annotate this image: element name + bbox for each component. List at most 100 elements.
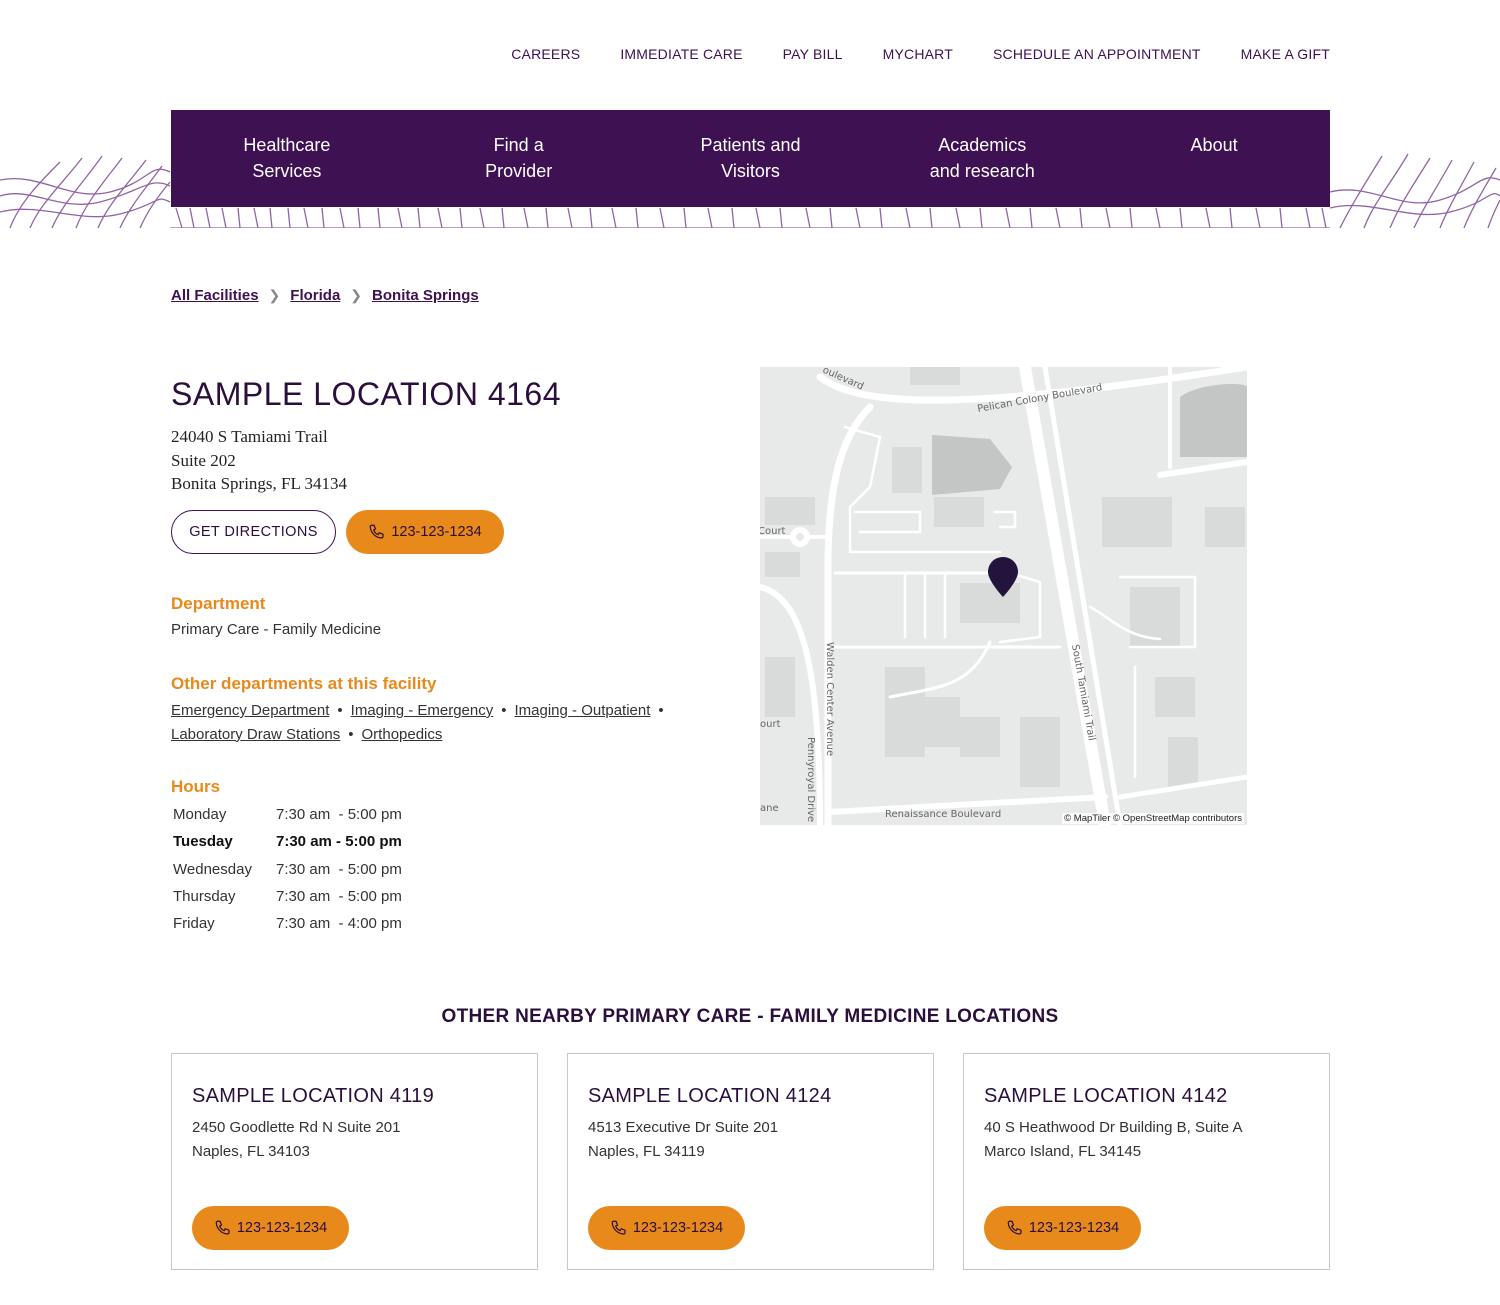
nav-about[interactable]: About: [1124, 132, 1304, 158]
map-label-pennyroyal: Pennyroyal Drive: [805, 737, 816, 822]
card-address-line: Naples, FL 34119: [588, 1142, 705, 1160]
nav-label-line1: Healthcare: [243, 135, 331, 155]
card-address-line: Naples, FL 34103: [192, 1142, 310, 1160]
phone-number: 123-123-1234: [1028, 1220, 1120, 1236]
phone-icon: [215, 1220, 230, 1235]
map-label-renaissance: Renaissance Boulevard: [885, 809, 1001, 820]
card-title[interactable]: SAMPLE LOCATION 4142: [984, 1085, 1228, 1108]
hours-row: Thursday 7:30 am - 5:00 pm: [171, 883, 404, 910]
map-label-walden: Walden Center Avenue: [824, 642, 835, 756]
utility-link-pay-bill[interactable]: PAY BILL: [783, 46, 843, 62]
card-address-line: 4513 Executive Dr Suite 201: [588, 1119, 779, 1136]
separator-dot: •: [348, 725, 354, 743]
map-attribution[interactable]: © MapTiler © OpenStreetMap contributors: [1062, 813, 1244, 824]
hours-day: Monday: [173, 806, 227, 824]
map-canvas: Pelican Colony Boulevard oulevard Walden…: [760, 367, 1247, 825]
department-link-emergency[interactable]: Emergency Department: [171, 702, 329, 719]
card-title[interactable]: SAMPLE LOCATION 4124: [588, 1085, 832, 1108]
utility-link-schedule-appointment[interactable]: SCHEDULE AN APPOINTMENT: [993, 46, 1201, 62]
separator-dot: •: [658, 702, 664, 719]
hours-time: 7:30 am - 5:00 pm: [276, 888, 402, 906]
other-departments-heading: Other departments at this facility: [171, 674, 437, 693]
phone-number: 123-123-1234: [632, 1220, 724, 1236]
nav-label-line2: and research: [929, 161, 1035, 181]
hours-time: 7:30 am - 5:00 pm: [276, 860, 402, 878]
get-directions-button[interactable]: GET DIRECTIONS: [171, 510, 336, 554]
nearby-location-card: SAMPLE LOCATION 4119 2450 Goodlette Rd N…: [171, 1053, 538, 1270]
nearby-location-card: SAMPLE LOCATION 4142 40 S Heathwood Dr B…: [963, 1053, 1330, 1270]
card-address: 2450 Goodlette Rd N Suite 201 Naples, FL…: [192, 1116, 400, 1163]
utility-nav: CAREERS IMMEDIATE CARE PAY BILL MYCHART …: [511, 46, 1330, 62]
department-link-imaging-outpatient[interactable]: Imaging - Outpatient: [515, 702, 651, 719]
nearby-location-card: SAMPLE LOCATION 4124 4513 Executive Dr S…: [567, 1053, 934, 1270]
card-address-line: 2450 Goodlette Rd N Suite 201: [192, 1119, 401, 1136]
location-map[interactable]: Pelican Colony Boulevard oulevard Walden…: [760, 367, 1247, 825]
hours-day: Tuesday: [173, 833, 233, 851]
department-heading: Department: [171, 594, 266, 613]
utility-link-make-a-gift[interactable]: MAKE A GIFT: [1241, 46, 1330, 62]
hours-day: Friday: [173, 915, 215, 933]
location-title: SAMPLE LOCATION 4164: [171, 376, 561, 412]
breadcrumb-bonita-springs[interactable]: Bonita Springs: [372, 287, 479, 304]
separator-dot: •: [337, 702, 343, 719]
utility-link-mychart[interactable]: MYCHART: [883, 46, 953, 62]
nav-patients-and-visitors[interactable]: Patients and Visitors: [660, 132, 840, 184]
card-address-line: 40 S Heathwood Dr Building B, Suite A: [984, 1119, 1243, 1136]
hours-day: Wednesday: [173, 860, 252, 878]
other-departments-list: Emergency Department • Imaging - Emergency…: [171, 699, 731, 746]
hours-row: Wednesday 7:30 am - 5:00 pm: [171, 856, 404, 883]
utility-link-immediate-care[interactable]: IMMEDIATE CARE: [620, 46, 742, 62]
department-link-imaging-emergency[interactable]: Imaging - Emergency: [351, 702, 494, 719]
department-link-laboratory[interactable]: Laboratory Draw Stations: [171, 726, 340, 743]
nav-label-line1: Academics: [938, 135, 1027, 155]
chevron-right-icon: ❯: [350, 287, 363, 303]
nav-label-line2: Provider: [485, 161, 553, 181]
map-label-lane: ane: [760, 803, 779, 814]
nearby-locations-heading: OTHER NEARBY PRIMARY CARE - FAMILY MEDIC…: [441, 1006, 1059, 1027]
location-address: 24040 S Tamiami Trail Suite 202 Bonita S…: [171, 425, 347, 496]
phone-number: 123-123-1234: [391, 524, 482, 540]
nav-label-line1: Patients and: [700, 135, 801, 155]
card-call-button[interactable]: 123-123-1234: [588, 1206, 745, 1250]
breadcrumb-florida[interactable]: Florida: [290, 287, 340, 304]
department-link-orthopedics[interactable]: Orthopedics: [362, 726, 443, 743]
card-address-line: Marco Island, FL 34145: [984, 1142, 1142, 1160]
hours-table: Monday 7:30 am - 5:00 pm Tuesday 7:30 am -…: [171, 801, 404, 937]
hours-row-today: Tuesday 7:30 am - 5:00 pm: [171, 828, 404, 855]
breadcrumb-all-facilities[interactable]: All Facilities: [171, 287, 259, 304]
map-label-court: Court: [760, 526, 786, 537]
address-line: 24040 S Tamiami Trail: [171, 427, 328, 446]
hours-day: Thursday: [173, 888, 236, 906]
nav-label-line1: About: [1190, 135, 1238, 155]
nav-label-line2: Services: [252, 161, 322, 181]
hours-time: 7:30 am - 5:00 pm: [276, 806, 402, 824]
phone-icon: [611, 1220, 626, 1235]
address-line: Bonita Springs, FL 34134: [171, 474, 347, 493]
call-phone-button[interactable]: 123-123-1234: [346, 510, 504, 554]
hours-time: 7:30 am - 4:00 pm: [276, 915, 402, 933]
hours-time: 7:30 am - 5:00 pm: [276, 833, 402, 851]
phone-icon: [369, 524, 384, 539]
phone-number: 123-123-1234: [236, 1220, 328, 1236]
nav-label-line1: Find a: [493, 135, 544, 155]
hours-row: Monday 7:30 am - 5:00 pm: [171, 801, 404, 828]
card-address: 40 S Heathwood Dr Building B, Suite A Ma…: [984, 1116, 1243, 1163]
address-line: Suite 202: [171, 450, 236, 470]
utility-link-careers[interactable]: CAREERS: [511, 46, 580, 62]
card-address: 4513 Executive Dr Suite 201 Naples, FL 3…: [588, 1116, 778, 1163]
card-call-button[interactable]: 123-123-1234: [984, 1206, 1141, 1250]
chevron-right-icon: ❯: [268, 287, 281, 303]
card-title[interactable]: SAMPLE LOCATION 4119: [192, 1085, 434, 1108]
hours-heading: Hours: [171, 777, 221, 796]
nav-academics-and-research[interactable]: Academics and research: [892, 132, 1072, 184]
nav-find-a-provider[interactable]: Find a Provider: [429, 132, 609, 184]
hours-row: Friday 7:30 am - 4:00 pm: [171, 910, 404, 937]
nav-healthcare-services[interactable]: Healthcare Services: [197, 132, 377, 184]
phone-icon: [1007, 1220, 1022, 1235]
map-label-court-2: ourt: [760, 719, 781, 730]
breadcrumb: All Facilities ❯ Florida ❯ Bonita Spring…: [171, 287, 479, 304]
nav-label-line2: Visitors: [721, 161, 780, 181]
card-call-button[interactable]: 123-123-1234: [192, 1206, 349, 1250]
department-value: Primary Care - Family Medicine: [171, 621, 382, 638]
separator-dot: •: [501, 702, 507, 719]
